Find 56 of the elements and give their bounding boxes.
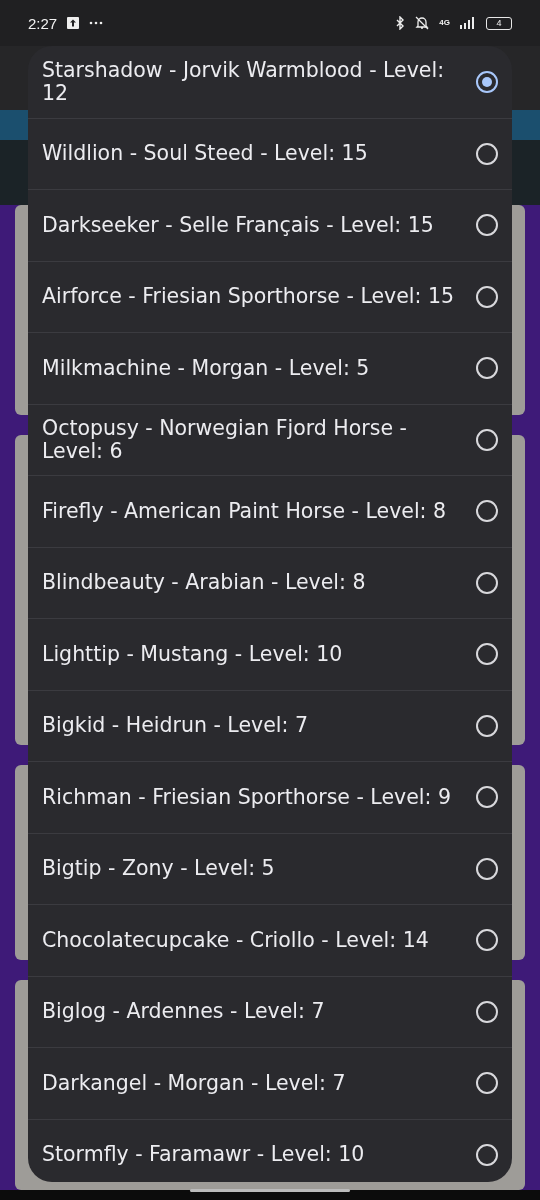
option-label: Blindbeauty - Arabian - Level: 8 <box>42 571 367 594</box>
option-label: Darkangel - Morgan - Level: 7 <box>42 1071 347 1095</box>
option-row[interactable]: Blindbeauty - Arabian - Level: 8 <box>28 546 512 618</box>
status-time: 2:27 <box>28 14 58 32</box>
option-label: Richman - Friesian Sporthorse - Level: 9 <box>42 785 452 809</box>
option-row[interactable]: Starshadow - Jorvik Warmblood - Level: 12 <box>28 46 512 118</box>
option-row[interactable]: Firefly - American Paint Horse - Level: 8 <box>28 475 512 547</box>
radio-button[interactable] <box>476 142 498 165</box>
radio-button[interactable] <box>476 643 498 666</box>
option-row[interactable]: Bigtip - Zony - Level: 5 <box>28 832 512 904</box>
option-row[interactable]: Wildlion - Soul Steed - Level: 15 <box>28 117 512 189</box>
radio-button[interactable] <box>476 1143 498 1166</box>
option-label: Milkmachine - Morgan - Level: 5 <box>42 356 371 380</box>
option-label: Firefly - American Paint Horse - Level: 8 <box>42 499 448 523</box>
option-label: Starshadow - Jorvik Warmblood - Level: 12 <box>42 59 446 105</box>
option-row[interactable]: Chocolatecupcake - Criollo - Level: 14 <box>28 904 512 976</box>
signal-icon <box>460 17 476 29</box>
more-icon <box>89 21 104 25</box>
option-row[interactable]: Biglog - Ardennes - Level: 7 <box>28 975 512 1047</box>
radio-button[interactable] <box>476 214 498 237</box>
option-label: Wildlion - Soul Steed - Level: 15 <box>42 142 369 165</box>
option-label: Bigtip - Zony - Level: 5 <box>42 857 276 880</box>
option-row[interactable]: Darkseeker - Selle Français - Level: 15 <box>28 189 512 261</box>
radio-button[interactable] <box>476 1000 498 1023</box>
option-label: Stormfly - Faramawr - Level: 10 <box>42 1143 366 1166</box>
radio-button[interactable] <box>476 571 498 594</box>
option-row[interactable]: Octopusy - Norwegian Fjord Horse - Level: 6 <box>28 403 512 475</box>
option-label: Octopusy - Norwegian Fjord Horse - Level: 6 <box>42 417 408 463</box>
radio-button[interactable] <box>476 70 498 93</box>
upload-icon <box>67 17 80 29</box>
option-row[interactable]: Lighttip - Mustang - Level: 10 <box>28 618 512 690</box>
option-row[interactable]: Richman - Friesian Sporthorse - Level: 9 <box>28 761 512 833</box>
option-label: Chocolatecupcake - Criollo - Level: 14 <box>42 928 430 952</box>
option-label: Darkseeker - Selle Français - Level: 15 <box>42 213 435 237</box>
radio-button[interactable] <box>476 929 498 952</box>
radio-button[interactable] <box>476 285 498 308</box>
radio-button[interactable] <box>476 500 498 523</box>
radio-button[interactable] <box>476 428 498 451</box>
radio-button[interactable] <box>476 857 498 880</box>
option-row[interactable]: Darkangel - Morgan - Level: 7 <box>28 1047 512 1119</box>
radio-button[interactable] <box>476 1072 498 1095</box>
option-row[interactable]: Airforce - Friesian Sporthorse - Level: 15 <box>28 260 512 332</box>
option-label: Bigkid - Heidrun - Level: 7 <box>42 714 309 737</box>
radio-button[interactable] <box>476 714 498 737</box>
option-row[interactable]: Bigkid - Heidrun - Level: 7 <box>28 689 512 761</box>
radio-button[interactable] <box>476 786 498 809</box>
bluetooth-icon <box>395 16 406 30</box>
network-type: 4G <box>439 19 450 27</box>
option-row[interactable]: Milkmachine - Morgan - Level: 5 <box>28 332 512 404</box>
battery-level: 4 <box>486 16 512 30</box>
option-label: Biglog - Ardennes - Level: 7 <box>42 1000 326 1023</box>
option-label: Airforce - Friesian Sporthorse - Level: 15 <box>42 285 456 308</box>
option-label: Lighttip - Mustang - Level: 10 <box>42 642 344 666</box>
muted-bell-icon <box>415 16 430 30</box>
radio-button[interactable] <box>476 357 498 380</box>
option-row[interactable]: Stormfly - Faramawr - Level: 10 <box>28 1118 512 1182</box>
